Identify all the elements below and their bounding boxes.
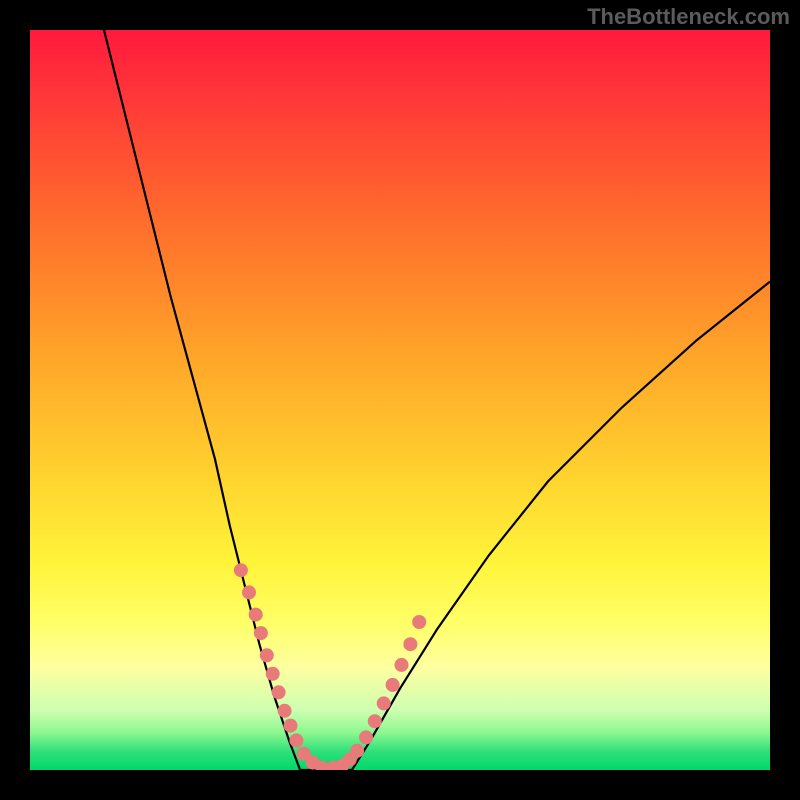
valley-dot bbox=[234, 563, 248, 577]
valley-dot bbox=[403, 637, 417, 651]
valley-dot bbox=[284, 719, 298, 733]
valley-dot bbox=[386, 678, 400, 692]
plot-area bbox=[30, 30, 770, 770]
valley-dot bbox=[350, 744, 364, 758]
valley-dot bbox=[289, 733, 303, 747]
valley-dot bbox=[368, 714, 382, 728]
bottleneck-curve bbox=[104, 30, 770, 770]
valley-dot bbox=[254, 626, 268, 640]
valley-dot bbox=[412, 615, 426, 629]
valley-dot bbox=[249, 608, 263, 622]
valley-dot bbox=[395, 658, 409, 672]
valley-dot bbox=[242, 585, 256, 599]
valley-dots bbox=[234, 563, 426, 770]
valley-dot bbox=[260, 648, 274, 662]
valley-dot bbox=[278, 704, 292, 718]
valley-dot bbox=[266, 667, 280, 681]
curve-layer bbox=[30, 30, 770, 770]
v-curve bbox=[104, 30, 770, 770]
watermark-text: TheBottleneck.com bbox=[587, 4, 790, 30]
valley-dot bbox=[272, 685, 286, 699]
valley-dot bbox=[377, 696, 391, 710]
valley-dot bbox=[359, 730, 373, 744]
chart-frame: TheBottleneck.com bbox=[0, 0, 800, 800]
